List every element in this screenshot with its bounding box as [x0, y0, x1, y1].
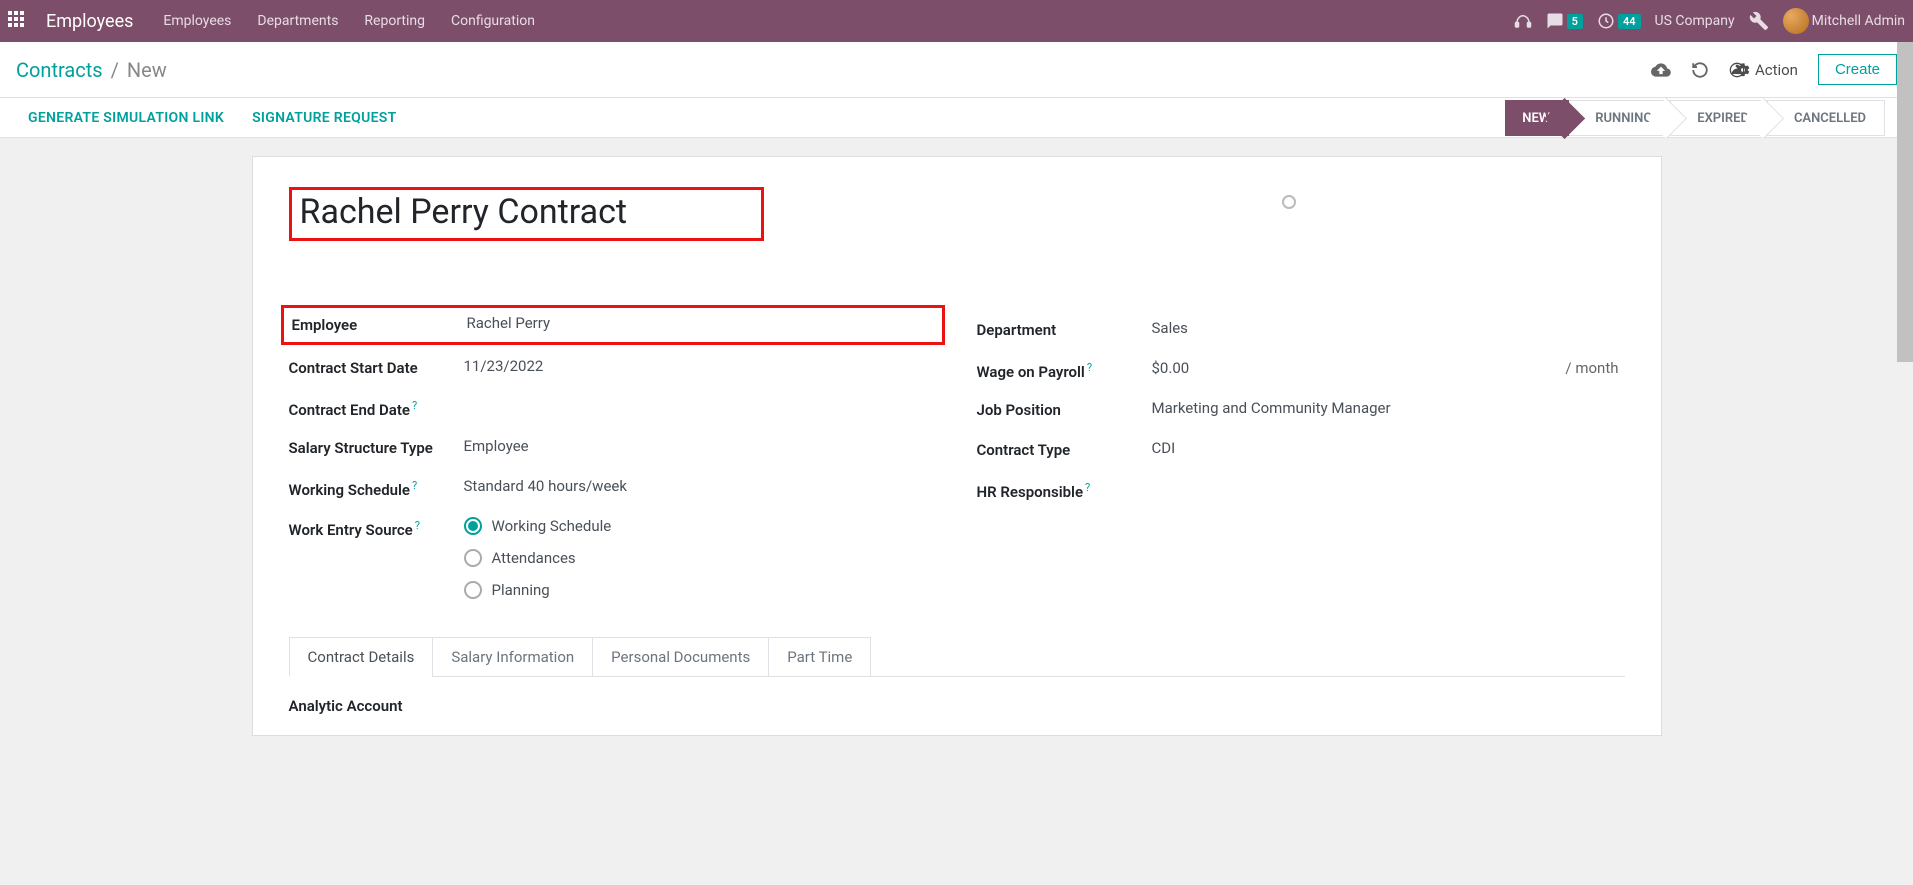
- action-dropdown[interactable]: Action: [1729, 61, 1798, 79]
- employee-row: Employee Rachel Perry: [281, 305, 945, 345]
- nav-reporting[interactable]: Reporting: [358, 7, 431, 35]
- start-date-label: Contract Start Date: [289, 357, 464, 377]
- structure-field[interactable]: Employee: [464, 437, 937, 455]
- nav-configuration[interactable]: Configuration: [445, 7, 541, 35]
- employee-label: Employee: [292, 314, 467, 334]
- help-icon[interactable]: ?: [415, 519, 420, 532]
- cloud-save-icon[interactable]: [1651, 60, 1671, 80]
- tab-salary-information[interactable]: Salary Information: [432, 637, 593, 677]
- tab-personal-documents[interactable]: Personal Documents: [592, 637, 769, 677]
- debug-icon[interactable]: [1749, 11, 1769, 31]
- radio-planning[interactable]: Planning: [464, 581, 937, 599]
- help-icon[interactable]: ?: [412, 399, 417, 412]
- start-date-row: Contract Start Date 11/23/2022: [289, 349, 937, 389]
- help-icon[interactable]: ?: [1085, 481, 1090, 494]
- department-field[interactable]: Sales: [1152, 319, 1625, 337]
- status-cancelled[interactable]: CANCELLED: [1768, 100, 1885, 136]
- position-field[interactable]: Marketing and Community Manager: [1152, 399, 1625, 417]
- contract-type-field[interactable]: CDI: [1152, 439, 1625, 457]
- tab-contract-details[interactable]: Contract Details: [289, 637, 434, 677]
- scrollbar-thumb[interactable]: [1897, 42, 1913, 362]
- schedule-row: Working Schedule? Standard 40 hours/week: [289, 469, 937, 509]
- status-bar: NEW RUNNING EXPIRED CANCELLED: [1505, 100, 1885, 136]
- wage-field[interactable]: $0.00: [1152, 359, 1566, 377]
- radio-attendances[interactable]: Attendances: [464, 549, 937, 567]
- schedule-field[interactable]: Standard 40 hours/week: [464, 477, 937, 495]
- top-navbar: Employees Employees Departments Reportin…: [0, 0, 1913, 42]
- work-source-row: Work Entry Source? Working Schedule Atte…: [289, 509, 937, 607]
- presence-indicator-icon: [1282, 195, 1296, 209]
- discard-icon[interactable]: [1691, 61, 1709, 79]
- wage-row: Wage on Payroll? $0.00 / month: [977, 351, 1625, 391]
- status-new[interactable]: NEW: [1505, 100, 1569, 136]
- nav-employees[interactable]: Employees: [157, 7, 237, 35]
- work-source-label: Work Entry Source?: [289, 517, 464, 539]
- messages-button[interactable]: 5: [1546, 12, 1583, 30]
- help-icon[interactable]: ?: [1087, 361, 1092, 374]
- company-selector[interactable]: US Company: [1655, 13, 1735, 29]
- wage-label: Wage on Payroll?: [977, 359, 1152, 381]
- contract-type-row: Contract Type CDI: [977, 431, 1625, 471]
- department-row: Department Sales: [977, 311, 1625, 351]
- content-area: Rachel Perry Contract Employee Rachel Pe…: [0, 138, 1913, 776]
- tab-part-time[interactable]: Part Time: [768, 637, 871, 677]
- radio-icon: [464, 549, 482, 567]
- vertical-scrollbar[interactable]: [1897, 42, 1913, 885]
- radio-working-schedule[interactable]: Working Schedule: [464, 517, 937, 535]
- user-avatar: [1783, 8, 1809, 34]
- contract-name-field[interactable]: Rachel Perry Contract: [289, 187, 764, 241]
- department-label: Department: [977, 319, 1152, 339]
- radio-icon: [464, 581, 482, 599]
- tab-content: Analytic Account: [289, 677, 1625, 715]
- end-date-label: Contract End Date?: [289, 397, 464, 419]
- activities-badge: 44: [1618, 14, 1641, 29]
- end-date-row: Contract End Date?: [289, 389, 937, 429]
- generate-simulation-link[interactable]: GENERATE SIMULATION LINK: [28, 110, 224, 126]
- hr-responsible-label: HR Responsible?: [977, 479, 1152, 501]
- notebook-tabs: Contract Details Salary Information Pers…: [289, 637, 1625, 677]
- messages-badge: 5: [1567, 14, 1583, 29]
- app-title[interactable]: Employees: [46, 11, 133, 32]
- schedule-label: Working Schedule?: [289, 477, 464, 499]
- wage-suffix: / month: [1565, 359, 1624, 377]
- action-bar: GENERATE SIMULATION LINK SIGNATURE REQUE…: [0, 98, 1913, 138]
- analytic-account-label: Analytic Account: [289, 697, 1625, 715]
- form-sheet: Rachel Perry Contract Employee Rachel Pe…: [252, 156, 1662, 736]
- position-label: Job Position: [977, 399, 1152, 419]
- contract-type-label: Contract Type: [977, 439, 1152, 459]
- create-button[interactable]: Create: [1818, 54, 1897, 85]
- breadcrumb-current: New: [127, 58, 167, 82]
- hr-responsible-row: HR Responsible?: [977, 471, 1625, 511]
- apps-menu-icon[interactable]: [8, 11, 28, 31]
- start-date-field[interactable]: 11/23/2022: [464, 357, 937, 375]
- employee-field[interactable]: Rachel Perry: [467, 314, 934, 332]
- contract-name-value: Rachel Perry Contract: [300, 192, 628, 232]
- nav-departments[interactable]: Departments: [251, 7, 344, 35]
- structure-label: Salary Structure Type: [289, 437, 464, 457]
- work-source-radio-group: Working Schedule Attendances Planning: [464, 517, 937, 599]
- structure-row: Salary Structure Type Employee: [289, 429, 937, 469]
- control-bar: Contracts / New Action Create: [0, 42, 1913, 98]
- position-row: Job Position Marketing and Community Man…: [977, 391, 1625, 431]
- activities-button[interactable]: 44: [1597, 12, 1641, 30]
- right-column: Department Sales Wage on Payroll? $0.00 …: [977, 311, 1625, 607]
- left-column: Employee Rachel Perry Contract Start Dat…: [289, 311, 937, 607]
- radio-icon: [464, 517, 482, 535]
- user-name: Mitchell Admin: [1812, 13, 1905, 29]
- breadcrumb: Contracts / New: [16, 58, 167, 82]
- breadcrumb-contracts[interactable]: Contracts: [16, 58, 103, 82]
- user-menu[interactable]: Mitchell Admin: [1783, 8, 1905, 34]
- help-icon[interactable]: ?: [412, 479, 417, 492]
- signature-request-link[interactable]: SIGNATURE REQUEST: [252, 110, 397, 126]
- voip-icon[interactable]: [1514, 12, 1532, 30]
